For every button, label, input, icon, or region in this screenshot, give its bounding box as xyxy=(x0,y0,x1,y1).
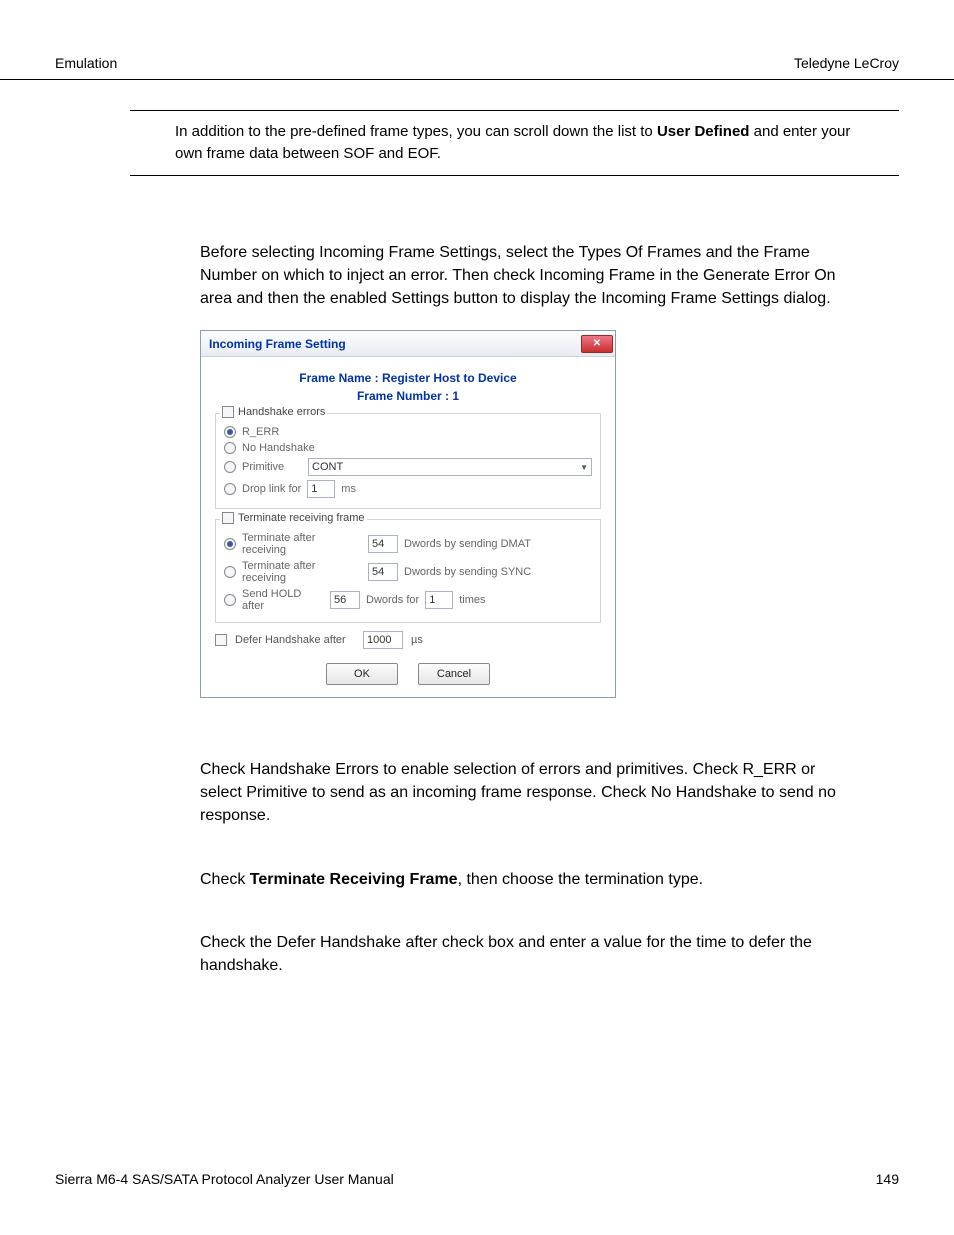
dialog-buttons: OK Cancel xyxy=(211,663,605,685)
primitive-label: Primitive xyxy=(242,461,302,473)
page-footer: Sierra M6-4 SAS/SATA Protocol Analyzer U… xyxy=(55,1171,899,1187)
send-hold-input2[interactable] xyxy=(425,591,453,609)
header-right: Teledyne LeCroy xyxy=(794,55,899,71)
page-header: Emulation Teledyne LeCroy xyxy=(0,0,954,80)
defer-label: Defer Handshake after xyxy=(235,634,355,646)
frame-number-label: Frame Number : xyxy=(357,389,449,403)
defer-input[interactable] xyxy=(363,631,403,649)
defer-unit: µs xyxy=(411,634,423,646)
para3-post: , then choose the termination type. xyxy=(458,871,703,888)
dialog-titlebar: Incoming Frame Setting ✕ xyxy=(201,331,615,357)
primitive-value: CONT xyxy=(312,461,343,473)
no-handshake-label: No Handshake xyxy=(242,442,315,454)
handshake-errors-group: Handshake errors R_ERR No Handshake Prim… xyxy=(215,413,601,509)
terminate-sync-label: Terminate after receiving xyxy=(242,560,362,584)
ok-button[interactable]: OK xyxy=(326,663,398,685)
paragraph-1: Before selecting Incoming Frame Settings… xyxy=(200,241,854,311)
droplink-unit: ms xyxy=(341,483,356,495)
dialog-body: Frame Name : Register Host to Device Fra… xyxy=(201,357,615,697)
droplink-input[interactable] xyxy=(307,480,335,498)
terminate-group: Terminate receiving frame Terminate afte… xyxy=(215,519,601,623)
handshake-errors-checkbox[interactable] xyxy=(222,406,234,418)
terminate-sync-radio[interactable] xyxy=(224,566,236,578)
header-left: Emulation xyxy=(55,55,117,71)
terminate-dmat-radio[interactable] xyxy=(224,538,236,550)
terminate-dmat-input[interactable] xyxy=(368,535,398,553)
close-icon: ✕ xyxy=(593,338,601,349)
send-hold-suffix: times xyxy=(459,594,485,606)
handshake-legend: Handshake errors xyxy=(220,406,327,418)
footer-page-number: 149 xyxy=(876,1171,899,1187)
terminate-checkbox[interactable] xyxy=(222,512,234,524)
send-hold-radio[interactable] xyxy=(224,594,236,606)
primitive-dropdown[interactable]: CONT ▼ xyxy=(308,458,592,476)
send-hold-mid: Dwords for xyxy=(366,594,419,606)
paragraph-2: Check Handshake Errors to enable selecti… xyxy=(200,758,854,828)
frame-name-value: Register Host to Device xyxy=(382,371,517,385)
close-button[interactable]: ✕ xyxy=(581,335,613,353)
terminate-dmat-suffix: Dwords by sending DMAT xyxy=(404,538,531,550)
page-content: In addition to the pre-defined frame typ… xyxy=(0,110,954,977)
frame-name-label: Frame Name : xyxy=(299,371,378,385)
dialog-title: Incoming Frame Setting xyxy=(209,337,346,351)
frame-info: Frame Name : Register Host to Device Fra… xyxy=(211,371,605,403)
chevron-down-icon: ▼ xyxy=(580,463,588,472)
r-err-label: R_ERR xyxy=(242,426,279,438)
droplink-label: Drop link for xyxy=(242,483,301,495)
footer-left: Sierra M6-4 SAS/SATA Protocol Analyzer U… xyxy=(55,1171,394,1187)
send-hold-input1[interactable] xyxy=(330,591,360,609)
para3-pre: Check xyxy=(200,871,250,888)
defer-checkbox[interactable] xyxy=(215,634,227,646)
terminate-legend-text: Terminate receiving frame xyxy=(238,512,365,524)
primitive-radio[interactable] xyxy=(224,461,236,473)
defer-row: Defer Handshake after µs xyxy=(215,631,601,649)
intro-block: In addition to the pre-defined frame typ… xyxy=(130,110,899,176)
frame-number-value: 1 xyxy=(452,389,459,403)
no-handshake-radio[interactable] xyxy=(224,442,236,454)
send-hold-label: Send HOLD after xyxy=(242,588,324,612)
terminate-dmat-label: Terminate after receiving xyxy=(242,532,362,556)
handshake-legend-text: Handshake errors xyxy=(238,406,325,418)
terminate-sync-suffix: Dwords by sending SYNC xyxy=(404,566,531,578)
cancel-button[interactable]: Cancel xyxy=(418,663,490,685)
incoming-frame-setting-dialog: Incoming Frame Setting ✕ Frame Name : Re… xyxy=(200,330,616,698)
intro-pre: In addition to the pre-defined frame typ… xyxy=(175,123,657,140)
r-err-radio[interactable] xyxy=(224,426,236,438)
intro-bold: User Defined xyxy=(657,123,750,140)
paragraph-4: Check the Defer Handshake after check bo… xyxy=(200,931,854,977)
terminate-sync-input[interactable] xyxy=(368,563,398,581)
para3-bold: Terminate Receiving Frame xyxy=(250,871,458,888)
droplink-radio[interactable] xyxy=(224,483,236,495)
terminate-legend: Terminate receiving frame xyxy=(220,512,367,524)
paragraph-3: Check Terminate Receiving Frame, then ch… xyxy=(200,868,854,891)
